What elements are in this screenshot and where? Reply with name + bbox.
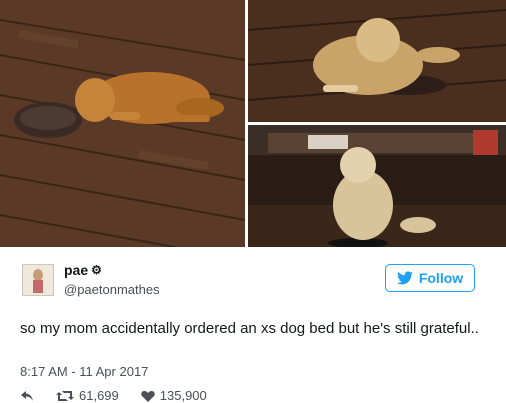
display-name-row[interactable]: pae ⚙ [64, 262, 102, 278]
tweet-actions: 61,699 135,900 [20, 388, 229, 403]
photo-dog-sitting[interactable] [248, 125, 506, 247]
retweet-icon [56, 390, 74, 401]
retweet-count: 61,699 [79, 388, 119, 403]
photo-dog-on-floor[interactable] [0, 0, 245, 247]
like-button[interactable]: 135,900 [141, 388, 207, 403]
reply-icon [21, 390, 33, 401]
tweet-card: pae ⚙ @paetonmathes Follow so my mom acc… [0, 248, 506, 403]
heart-icon [141, 390, 155, 402]
gear-badge-icon: ⚙ [91, 263, 102, 277]
tweet-text: so my mom accidentally ordered an xs dog… [20, 320, 479, 337]
tweet-timestamp[interactable]: 8:17 AM - 11 Apr 2017 [20, 364, 148, 379]
avatar[interactable] [22, 264, 54, 296]
photo-dog-lying[interactable] [248, 0, 506, 122]
reply-button[interactable] [20, 390, 34, 402]
user-handle[interactable]: @paetonmathes [64, 282, 160, 297]
like-count: 135,900 [159, 388, 207, 403]
tweet-photo-grid [0, 0, 506, 248]
retweet-button[interactable]: 61,699 [56, 388, 119, 403]
display-name[interactable]: pae [64, 262, 88, 278]
follow-button[interactable]: Follow [385, 264, 475, 292]
follow-label: Follow [418, 270, 464, 286]
twitter-bird-icon [396, 271, 413, 285]
